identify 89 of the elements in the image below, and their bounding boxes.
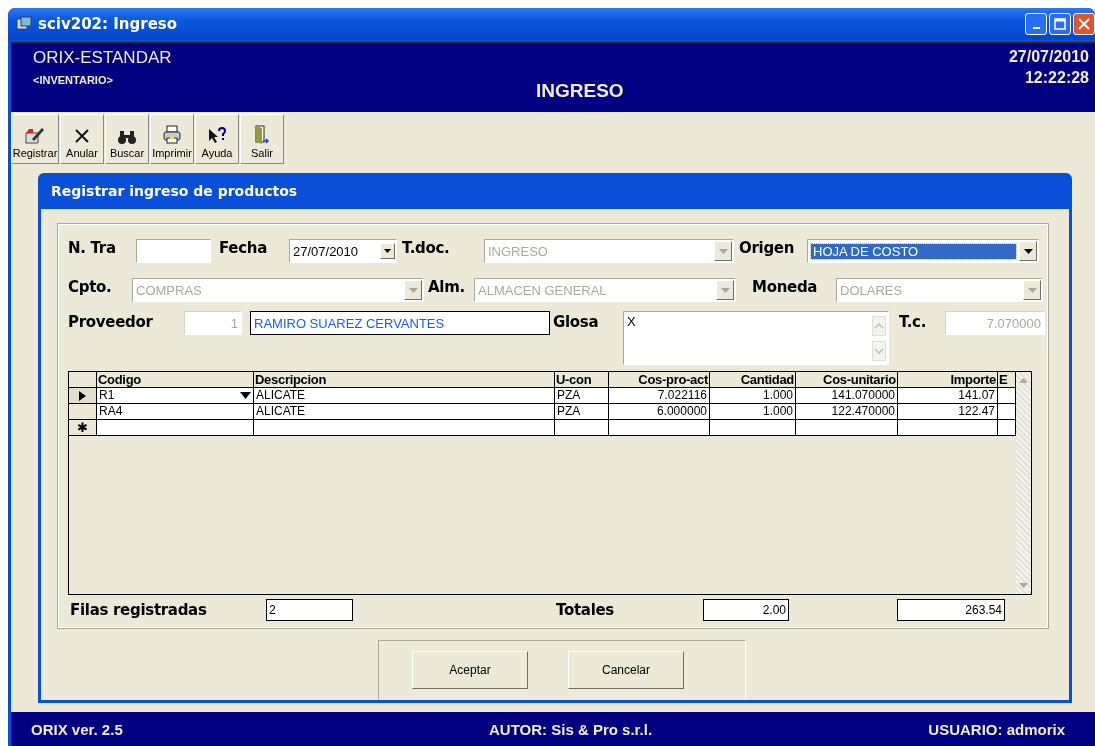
dialog-title: Registrar ingreso de productos (51, 183, 298, 199)
dialog-button[interactable]: Cancelar (568, 651, 684, 689)
current-row-icon (79, 390, 86, 401)
field-label: Moneda (752, 278, 819, 296)
column-header[interactable]: Importe (898, 372, 998, 388)
status-text: USUARIO: admorix (928, 720, 1065, 738)
table-cell: 141.070000 (796, 388, 898, 404)
dropdown-arrow-icon (1027, 287, 1037, 293)
field-label: N. Tra (68, 239, 117, 257)
dropdown-arrow-icon[interactable] (240, 392, 251, 399)
toolbar-button[interactable]: Imprimir (150, 114, 194, 164)
search-icon (117, 129, 137, 145)
table-cell: 1.000 (710, 404, 796, 420)
date-text: 27/07/2010 (1008, 48, 1089, 66)
row-header[interactable] (69, 404, 97, 420)
table-cell: 141.07 (898, 388, 998, 404)
column-header[interactable]: Descripcion (254, 372, 555, 388)
table-cell: RA4 (97, 404, 254, 420)
dropdown-arrow-icon (408, 287, 418, 293)
column-header[interactable]: Cos-unitario (796, 372, 898, 388)
app-icon (16, 16, 32, 32)
rows-count-field: 2 (266, 599, 353, 621)
close-icon (1078, 18, 1090, 30)
field-label: Glosa (553, 313, 600, 331)
field-label: Fecha (219, 239, 268, 257)
field-label: Alm. (428, 278, 466, 296)
status-text: ORIX ver. 2.5 (31, 720, 124, 738)
table-cell: 6.000000 (609, 404, 710, 420)
toolbar-button[interactable]: Registrar (11, 114, 59, 164)
column-header[interactable]: Cos-pro-act (609, 372, 710, 388)
field-label: Origen (739, 239, 796, 257)
field-label: T.doc. (402, 239, 451, 257)
dropdown-arrow-icon (718, 248, 728, 254)
door-exit-icon (254, 125, 270, 145)
table-cell: 122.470000 (796, 404, 898, 420)
table-cell: 7.022116 (609, 388, 710, 404)
maximize-icon (1054, 18, 1066, 30)
screen-title: INGRESO (536, 80, 624, 103)
table-cell: R1 (99, 388, 115, 403)
vertical-scrollbar[interactable] (1016, 372, 1031, 594)
dropdown-arrow-icon (384, 249, 391, 253)
field-label: Cpto. (68, 278, 113, 296)
company-name: ORIX-ESTANDAR (33, 48, 173, 68)
minimize-button[interactable] (1025, 13, 1047, 35)
total-amount-field: 263.54 (897, 599, 1005, 621)
toolbar-button[interactable]: Ayuda (195, 114, 239, 164)
column-header[interactable]: Codigo (97, 372, 254, 388)
table-cell: PZA (555, 388, 609, 404)
row-header[interactable] (69, 388, 97, 404)
toolbar-button[interactable]: Salir (240, 114, 284, 164)
scroll-up-icon (1019, 378, 1028, 383)
table-cell: PZA (555, 404, 609, 420)
column-header[interactable]: Cantidad (710, 372, 796, 388)
minimize-icon (1032, 27, 1040, 29)
table-cell: ALICATE (254, 404, 555, 420)
dialog-button[interactable]: Aceptar (412, 651, 528, 689)
column-header[interactable]: E (998, 372, 1016, 388)
module-name: <INVENTARIO> (33, 74, 114, 86)
status-text: AUTOR: Sis & Pro s.r.l. (489, 720, 654, 738)
text-field[interactable] (136, 239, 211, 263)
dropdown-arrow-icon (1023, 248, 1033, 254)
date-picker-field[interactable]: 27/07/2010 (289, 239, 397, 263)
close-button[interactable] (1073, 13, 1095, 35)
time-text: 12:22:28 (1024, 69, 1089, 87)
table-cell: 1.000 (710, 388, 796, 404)
maximize-button[interactable] (1049, 13, 1071, 35)
field-label: Proveedor (68, 313, 154, 331)
text-area[interactable]: X (623, 311, 889, 365)
scroll-down-icon (1019, 583, 1028, 588)
table-cell: ALICATE (254, 388, 555, 404)
dropdown-arrow-icon (720, 287, 730, 293)
toolbar-button[interactable]: Buscar (105, 114, 149, 164)
field-label: T.c. (899, 313, 928, 331)
new-row-marker: ✱ (69, 420, 97, 436)
scroll-down-icon (872, 341, 886, 361)
field-label: Totales (556, 601, 615, 619)
dropdown-field[interactable]: HOJA DE COSTO (807, 239, 1039, 263)
text-field[interactable]: RAMIRO SUAREZ CERVANTES (250, 311, 550, 335)
x-icon (73, 127, 91, 145)
window-title: sciv202: Ingreso (38, 15, 178, 33)
column-header[interactable]: U-con (555, 372, 609, 388)
field-label: Filas registradas (70, 601, 208, 619)
printer-icon (162, 125, 182, 145)
total-quantity-field: 2.00 (703, 599, 789, 621)
toolbar-button[interactable]: Anular (60, 114, 104, 164)
help-icon (207, 127, 227, 145)
folder-pen-icon (24, 125, 46, 145)
scroll-up-icon (872, 316, 886, 336)
table-cell: 122.47 (898, 404, 998, 420)
